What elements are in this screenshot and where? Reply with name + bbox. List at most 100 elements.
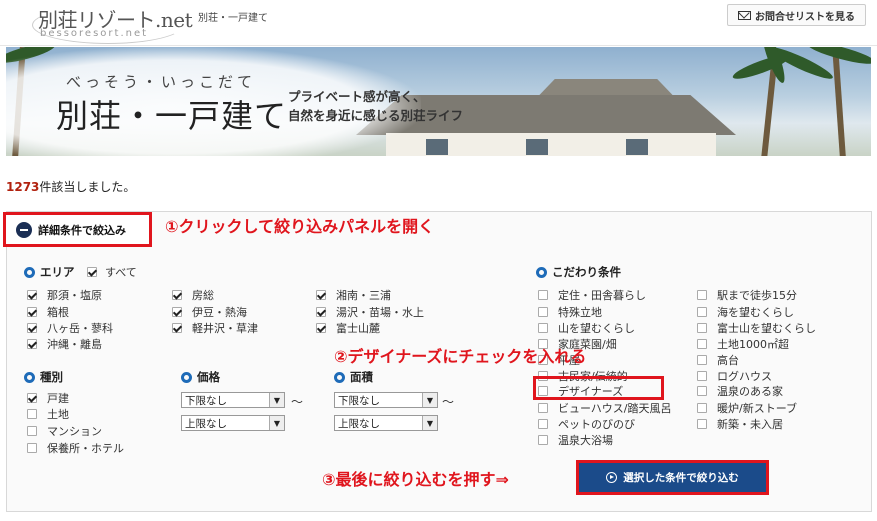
area-item-label: 沖縄・離島 (47, 338, 102, 351)
area-item[interactable]: 沖縄・離島 (27, 336, 102, 352)
area-item[interactable]: 富士山麓 (316, 320, 380, 336)
feature-item[interactable]: 定住・田舎暮らし (538, 287, 646, 303)
type-item[interactable]: マンション (27, 423, 102, 439)
ring-icon (24, 266, 35, 278)
checkbox-icon[interactable] (697, 403, 707, 413)
checkbox-icon[interactable] (538, 323, 548, 333)
price-section-title: 価格 (181, 369, 220, 385)
checkbox-icon[interactable] (316, 307, 326, 317)
checkbox-icon[interactable] (538, 419, 548, 429)
checkbox-icon[interactable] (172, 307, 182, 317)
price-title-label: 価格 (197, 370, 220, 384)
area-item[interactable]: 那須・塩原 (27, 287, 102, 303)
checkbox-icon[interactable] (27, 393, 37, 403)
contact-list-button[interactable]: お問合せリストを見る (727, 4, 866, 26)
dropdown-arrow-icon[interactable]: ▼ (269, 393, 284, 407)
area-item[interactable]: 湘南・三浦 (316, 287, 391, 303)
detail-filter-toggle[interactable]: 詳細条件で絞込み (3, 212, 152, 247)
area-item[interactable]: 箱根 (27, 304, 69, 320)
feature-item-label: 温泉のある家 (717, 385, 783, 398)
result-count-number: 1273 (6, 180, 40, 194)
checkbox-icon[interactable] (27, 339, 37, 349)
result-count: 1273件該当しました。 (6, 178, 135, 195)
features-section-title: こだわり条件 (536, 264, 621, 280)
checkbox-icon[interactable] (27, 290, 37, 300)
checkbox-icon[interactable] (697, 339, 707, 349)
area-item-label: 湯沢・苗場・水上 (336, 306, 424, 319)
feature-item[interactable]: 温泉のある家 (697, 383, 783, 399)
price-max-select[interactable]: 上限なし ▼ (181, 415, 285, 431)
checkbox-icon[interactable] (27, 443, 37, 453)
price-min-select[interactable]: 下限なし ▼ (181, 392, 285, 408)
apply-filter-button[interactable]: 選択した条件で絞り込む (576, 460, 769, 495)
checkbox-icon[interactable] (316, 323, 326, 333)
type-item[interactable]: 戸建 (27, 390, 69, 406)
banner-description: プライベート感が高く、 自然を身近に感じる別荘ライフ (288, 87, 463, 125)
feature-item[interactable]: 富士山を望むくらし (697, 320, 816, 336)
size-max-select[interactable]: 上限なし ▼ (334, 415, 438, 431)
dropdown-arrow-icon[interactable]: ▼ (269, 416, 284, 430)
feature-item[interactable]: 山を望むくらし (538, 320, 635, 336)
checkbox-icon[interactable] (538, 435, 548, 445)
checkbox-icon[interactable] (27, 307, 37, 317)
play-circle-icon (606, 472, 618, 483)
checkbox-icon[interactable] (27, 323, 37, 333)
checkbox-icon[interactable] (172, 323, 182, 333)
area-item[interactable]: 湯沢・苗場・水上 (316, 304, 424, 320)
feature-item[interactable]: 特殊立地 (538, 304, 602, 320)
feature-item-label: 富士山を望むくらし (717, 322, 816, 335)
feature-item[interactable]: 土地1000㎡超 (697, 336, 789, 352)
size-min-select[interactable]: 下限なし ▼ (334, 392, 438, 408)
feature-item[interactable]: 温泉大浴場 (538, 432, 613, 448)
dropdown-arrow-icon[interactable]: ▼ (422, 416, 437, 430)
feature-item[interactable]: 駅まで徒歩15分 (697, 287, 797, 303)
type-item[interactable]: 土地 (27, 406, 69, 422)
checkbox-icon[interactable] (316, 290, 326, 300)
area-item[interactable]: 房総 (172, 287, 214, 303)
type-item-label: 戸建 (47, 392, 69, 405)
checkbox-icon[interactable] (697, 419, 707, 429)
feature-item[interactable]: 暖炉/新ストーブ (697, 400, 797, 416)
checkbox-icon[interactable] (697, 323, 707, 333)
area-item[interactable]: 八ヶ岳・蓼科 (27, 320, 113, 336)
house-window (426, 139, 448, 155)
area-item[interactable]: 軽井沢・草津 (172, 320, 258, 336)
ring-icon (24, 371, 35, 383)
type-item[interactable]: 保養所・ホテル (27, 440, 124, 456)
checkbox-icon[interactable] (697, 307, 707, 317)
area-title-label: エリア (40, 265, 75, 279)
feature-item-label: 高台 (717, 354, 739, 367)
feature-item[interactable]: ペットのびのび (538, 416, 635, 432)
feature-item[interactable]: ログハウス (697, 368, 772, 384)
checkbox-icon[interactable] (538, 307, 548, 317)
checkbox-icon[interactable] (27, 409, 37, 419)
type-section-title: 種別 (24, 369, 63, 385)
checkbox-icon[interactable] (697, 371, 707, 381)
annotation-step1: ①クリックして絞り込みパネルを開く (165, 217, 435, 236)
feature-item[interactable]: ビューハウス/踏天風呂 (538, 400, 672, 416)
checkbox-icon[interactable] (697, 386, 707, 396)
dropdown-arrow-icon[interactable]: ▼ (422, 393, 437, 407)
feature-item[interactable]: 新築・未入居 (697, 416, 783, 432)
palm-trunk (761, 66, 777, 156)
checkbox-icon[interactable] (697, 355, 707, 365)
area-section-title: エリア (24, 264, 75, 280)
area-item-label: 富士山麓 (336, 322, 380, 335)
feature-item[interactable]: 高台 (697, 352, 739, 368)
site-logo[interactable]: 別荘リゾート.net bessoresort.net (32, 4, 193, 44)
checkbox-icon[interactable] (538, 290, 548, 300)
area-item[interactable]: 伊豆・熱海 (172, 304, 247, 320)
checkbox-icon[interactable] (172, 290, 182, 300)
size-max-value: 上限なし (338, 417, 380, 430)
checkbox-icon[interactable] (27, 426, 37, 436)
breadcrumb[interactable]: 別荘・一戸建て (198, 9, 268, 24)
feature-item[interactable]: 海を望むくらし (697, 304, 794, 320)
palm-trunk (832, 47, 846, 156)
feature-item-label: 温泉大浴場 (558, 434, 613, 447)
checkbox-icon[interactable] (697, 290, 707, 300)
area-all-checkbox[interactable]: すべて (87, 264, 137, 280)
checkbox-icon[interactable] (538, 403, 548, 413)
hero-banner: べっそう・いっこだて 別荘・一戸建て プライベート感が高く、 自然を身近に感じる… (6, 47, 871, 156)
type-title-label: 種別 (40, 370, 63, 384)
checkbox-icon[interactable] (87, 267, 97, 277)
